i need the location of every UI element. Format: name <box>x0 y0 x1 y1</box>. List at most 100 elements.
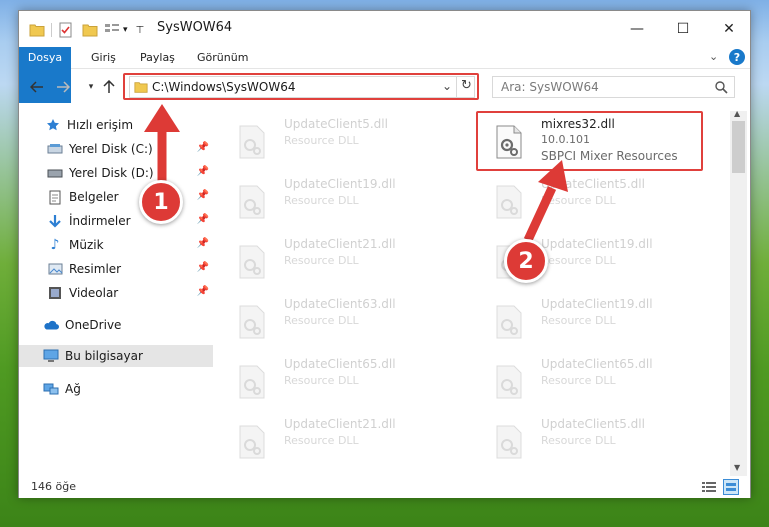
file-description: Resource DLL <box>284 254 359 267</box>
arrow-up-icon <box>103 80 115 93</box>
file-description: Resource DLL <box>541 374 616 387</box>
tiles-view-icon[interactable] <box>723 479 739 495</box>
callout-arrow-2 <box>523 160 568 242</box>
vertical-scrollbar[interactable]: ▲ ▼ <box>730 109 747 476</box>
customize-qa-icon[interactable]: ⊤ <box>136 25 145 36</box>
expand-ribbon-icon[interactable]: ⌄ <box>709 50 718 63</box>
nav-label: Videolar <box>69 286 119 300</box>
list-item[interactable]: UpdateClient19.dll Resource DLL <box>222 173 452 229</box>
title-bar: ▾ ⊤ SysWOW64 — ☐ ✕ <box>19 11 750 47</box>
file-name: UpdateClient5.dll <box>284 117 388 131</box>
dll-file-icon <box>496 365 522 399</box>
search-box[interactable]: Ara: SysWOW64 <box>492 76 735 98</box>
dll-file-icon <box>239 305 265 339</box>
nav-label: Belgeler <box>69 190 119 204</box>
item-count: 146 öğe <box>31 480 76 493</box>
dll-file-icon <box>239 245 265 279</box>
music-icon: ♪ <box>50 237 60 253</box>
help-icon[interactable]: ? <box>729 49 745 65</box>
file-name: UpdateClient19.dll <box>541 297 653 311</box>
list-item[interactable]: UpdateClient65.dll Resource DLL <box>479 353 709 409</box>
file-description: Resource DLL <box>284 374 359 387</box>
pin-icon[interactable]: 📌 <box>197 238 209 249</box>
dll-file-icon <box>496 185 522 219</box>
dll-file-icon <box>496 425 522 459</box>
file-description: Resource DLL <box>284 134 359 147</box>
documents-icon <box>47 189 63 205</box>
list-item[interactable]: UpdateClient21.dll Resource DLL <box>222 413 452 469</box>
callout-badge-2: 2 <box>504 239 548 283</box>
list-item[interactable]: UpdateClient63.dll Resource DLL <box>222 293 452 349</box>
nav-network[interactable]: Ağ <box>19 378 213 400</box>
list-item[interactable]: UpdateClient19.dll Resource DLL <box>479 293 709 349</box>
pin-icon[interactable]: 📌 <box>197 214 209 225</box>
pin-icon[interactable]: 📌 <box>197 286 209 297</box>
explorer-window: ▾ ⊤ SysWOW64 — ☐ ✕ Dosya Giriş Paylaş Gö… <box>18 10 751 498</box>
file-description: Resource DLL <box>284 314 359 327</box>
minimize-button[interactable]: — <box>614 11 660 47</box>
file-name: UpdateClient63.dll <box>284 297 396 311</box>
close-button[interactable]: ✕ <box>706 11 752 47</box>
recent-locations-button[interactable]: ▾ <box>81 77 101 97</box>
maximize-button[interactable]: ☐ <box>660 11 706 47</box>
file-description: Resource DLL <box>541 434 616 447</box>
tab-view[interactable]: Görünüm <box>197 47 248 69</box>
nav-onedrive[interactable]: OneDrive <box>19 314 213 336</box>
list-item[interactable]: UpdateClient5.dll Resource DLL <box>479 413 709 469</box>
nav-label: Müzik <box>69 238 104 252</box>
new-folder-icon[interactable] <box>82 23 98 37</box>
network-icon <box>43 381 59 397</box>
list-item[interactable]: UpdateClient65.dll Resource DLL <box>222 353 452 409</box>
callout-arrow-1 <box>144 104 180 184</box>
download-icon <box>47 213 63 229</box>
search-input[interactable]: Ara: SysWOW64 <box>501 80 599 94</box>
file-name: UpdateClient5.dll <box>541 417 645 431</box>
callout-badge-1: 1 <box>139 180 183 224</box>
file-name: UpdateClient65.dll <box>541 357 653 371</box>
address-highlight-box <box>123 73 479 100</box>
dll-file-icon <box>496 305 522 339</box>
pictures-icon <box>47 261 63 277</box>
ribbon-tabs: Dosya Giriş Paylaş Görünüm ⌄ ? <box>19 47 750 103</box>
pin-icon[interactable]: 📌 <box>197 190 209 201</box>
file-name: UpdateClient21.dll <box>284 417 396 431</box>
file-highlight-box <box>476 111 703 171</box>
nav-pictures[interactable]: Resimler 📌 <box>19 258 213 280</box>
tab-share[interactable]: Paylaş <box>140 47 175 69</box>
nav-label: İndirmeler <box>69 214 131 228</box>
file-name: UpdateClient65.dll <box>284 357 396 371</box>
file-description: Resource DLL <box>284 194 359 207</box>
search-icon[interactable] <box>715 81 728 94</box>
scroll-down-icon[interactable]: ▼ <box>734 463 740 472</box>
list-item[interactable]: UpdateClient21.dll Resource DLL <box>222 233 452 289</box>
nav-label: Hızlı erişim <box>67 118 134 132</box>
list-item[interactable]: UpdateClient5.dll Resource DLL <box>479 173 709 229</box>
view-details-icon[interactable] <box>104 23 120 37</box>
scrollbar-thumb[interactable] <box>732 121 745 173</box>
list-item[interactable]: UpdateClient5.dll Resource DLL <box>222 113 452 169</box>
cloud-icon <box>43 317 59 333</box>
nav-music[interactable]: ♪ Müzik 📌 <box>19 234 213 256</box>
up-button[interactable] <box>99 77 119 97</box>
videos-icon <box>47 285 63 301</box>
nav-this-pc[interactable]: Bu bilgisayar <box>19 345 213 367</box>
file-description: Resource DLL <box>541 314 616 327</box>
dll-file-icon <box>239 425 265 459</box>
details-view-icon[interactable] <box>701 480 717 494</box>
forward-button[interactable] <box>53 77 73 97</box>
nav-label: OneDrive <box>65 318 122 332</box>
scroll-up-icon[interactable]: ▲ <box>734 109 740 118</box>
folder-icon[interactable] <box>29 23 45 37</box>
back-button[interactable] <box>27 77 47 97</box>
tab-home[interactable]: Giriş <box>91 47 116 69</box>
nav-label: Resimler <box>69 262 122 276</box>
nav-videos[interactable]: Videolar 📌 <box>19 282 213 304</box>
file-name: UpdateClient21.dll <box>284 237 396 251</box>
nav-label: Bu bilgisayar <box>65 349 143 363</box>
file-description: Resource DLL <box>541 254 616 267</box>
pin-icon[interactable]: 📌 <box>197 262 209 273</box>
properties-icon[interactable] <box>58 22 74 38</box>
computer-icon <box>43 348 59 364</box>
qa-dropdown-icon[interactable]: ▾ <box>123 25 128 35</box>
nav-downloads[interactable]: İndirmeler 📌 <box>19 210 213 232</box>
